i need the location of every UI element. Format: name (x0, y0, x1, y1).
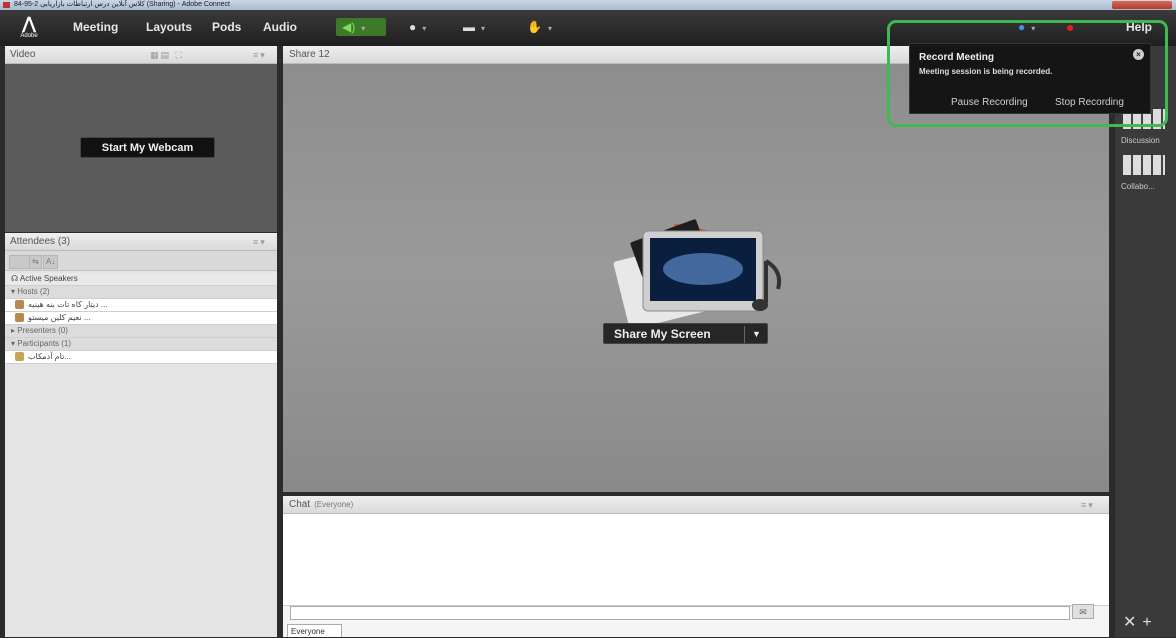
chevron-down-icon: ▾ (481, 24, 486, 33)
attendees-toolbar: ⇆ A↓ (5, 251, 277, 271)
chat-pod-title: Chat (Everyone) (289, 499, 353, 510)
speaker-icon: ◀) (342, 20, 356, 34)
speech-bubble-icon: ✉ (1079, 607, 1087, 617)
participants-label: Participants (1) (17, 339, 72, 348)
video-pod: Video ▦▤ ⛶ ≡▾ Start My Webcam (5, 46, 277, 232)
participant-user-icon (15, 352, 24, 361)
chevron-down-icon: ▾ (11, 287, 16, 296)
chevron-down-icon[interactable]: ▼ (752, 324, 761, 345)
start-webcam-button[interactable]: Start My Webcam (80, 137, 215, 158)
chevron-right-icon: ▸ (11, 326, 16, 335)
rail-controls[interactable]: ✕+ (1123, 612, 1158, 632)
active-speakers-row[interactable]: ☊ Active Speakers (5, 273, 277, 286)
adobe-logo-icon: ⋀ (21, 14, 37, 33)
active-speakers-label: Active Speakers (19, 274, 78, 283)
app-icon (3, 2, 10, 8)
adobe-logo-label: Adobe (20, 33, 38, 39)
hosts-label: Hosts (2) (17, 287, 50, 296)
host-user-icon (15, 313, 24, 322)
hosts-section-header[interactable]: ▾ Hosts (2) (5, 286, 277, 299)
attendee-name: ... دیتار کاه تات بنه هینیه (28, 300, 108, 309)
presenters-label: Presenters (0) (17, 326, 68, 335)
layouts-rail: Discussion Collabo... ✕+ (1115, 46, 1176, 637)
chat-messages-area (283, 514, 1109, 606)
chat-pod-header: Chat (Everyone) ≡▾ (283, 496, 1109, 514)
attendee-name: ... نعیم کلین میستو (28, 313, 91, 322)
list-item[interactable]: ... دیتار کاه تات بنه هینیه (5, 299, 277, 312)
collapse-icon[interactable]: ✕ (1123, 614, 1142, 631)
list-item[interactable]: ...تام آدمکاب (5, 351, 277, 364)
presenters-section-header[interactable]: ▸ Presenters (0) (5, 325, 277, 338)
video-layout-icons[interactable]: ▦▤ ⛶ (150, 50, 184, 61)
menu-layouts[interactable]: Layouts (146, 20, 192, 34)
attendees-pod-header: Attendees (3) ≡▾ (5, 233, 277, 251)
pod-options-icon[interactable]: ≡▾ (253, 237, 267, 248)
layout-label-collaboration: Collabo... (1121, 182, 1155, 191)
attendees-pod-title: Attendees (3) (10, 236, 71, 247)
chevron-down-icon: ▾ (361, 24, 366, 33)
chevron-down-icon: ▾ (11, 339, 16, 348)
video-pod-title: Video (10, 49, 36, 60)
chat-tab-everyone[interactable]: Everyone (287, 624, 342, 637)
adobe-logo: ⋀ Adobe (18, 14, 40, 40)
share-media-illustration (598, 211, 788, 341)
raise-hand-icon: ✋ (527, 20, 542, 34)
window-title-bar: 84-95-2 کلاس آنلاین درس ارتباطات بازاریا… (0, 0, 1176, 10)
speaker-button[interactable]: ◀) ▾ (336, 18, 386, 36)
attendees-pod: Attendees (3) ≡▾ ⇆ A↓ ☊ Active Speakers … (5, 233, 277, 637)
button-separator (744, 326, 745, 343)
share-button-label: Share My Screen (614, 327, 711, 341)
window-controls[interactable] (1112, 1, 1172, 9)
chat-input[interactable] (290, 606, 1070, 620)
menu-pods[interactable]: Pods (212, 20, 241, 34)
send-message-button[interactable]: ✉ (1072, 604, 1094, 619)
chat-title-text: Chat (289, 499, 311, 510)
chevron-down-icon: ▾ (422, 24, 427, 33)
annotation-highlight-box (887, 20, 1168, 127)
layout-label-discussion: Discussion (1121, 136, 1160, 145)
layout-thumbnail-discussion[interactable] (1123, 155, 1165, 175)
pod-options-icon[interactable]: ≡▾ (253, 50, 267, 61)
media-stack-icon (613, 219, 782, 330)
video-pod-header: Video ▦▤ ⛶ ≡▾ (5, 46, 277, 64)
chevron-down-icon: ▾ (547, 24, 552, 33)
chat-pod: Chat (Everyone) ≡▾ ✉ Everyone (283, 496, 1109, 637)
add-layout-icon[interactable]: + (1142, 614, 1157, 631)
chat-subtitle: (Everyone) (314, 500, 354, 509)
window-title: 84-95-2 کلاس آنلاین درس ارتباطات بازاریا… (14, 1, 230, 8)
role-toggle-icon[interactable]: ⇆ (29, 255, 42, 269)
webcam-button[interactable]: ▬ ▾ (463, 18, 485, 36)
microphone-button[interactable]: ● ▾ (409, 18, 426, 36)
speaker-icon: ☊ (11, 274, 19, 283)
webcam-icon: ▬ (463, 20, 475, 34)
menu-meeting[interactable]: Meeting (73, 20, 118, 34)
share-my-screen-button[interactable]: Share My Screen ▼ (603, 323, 768, 344)
participants-section-header[interactable]: ▾ Participants (1) (5, 338, 277, 351)
attendee-name: ...تام آدمکاب (28, 352, 71, 361)
share-pod-title: Share 12 (289, 49, 330, 60)
menu-audio[interactable]: Audio (263, 20, 297, 34)
host-user-icon (15, 300, 24, 309)
microphone-icon: ● (409, 20, 417, 34)
sort-icon[interactable]: A↓ (43, 255, 59, 269)
list-item[interactable]: ... نعیم کلین میستو (5, 312, 277, 325)
status-button[interactable]: ✋ ▾ (527, 18, 552, 36)
pod-options-icon[interactable]: ≡▾ (1081, 500, 1095, 511)
